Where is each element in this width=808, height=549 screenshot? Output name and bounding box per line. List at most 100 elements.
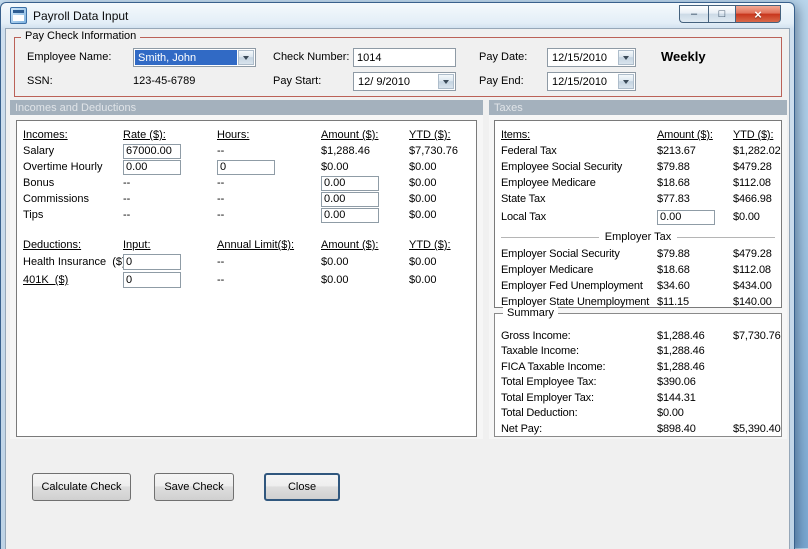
save-check-button[interactable]: Save Check xyxy=(154,473,234,501)
cell-amount: $0.00 xyxy=(321,161,349,173)
tax-row-employer-social-security: Employer Social Security $79.88 $479.28 xyxy=(501,246,781,262)
cell-rate: -- xyxy=(123,177,131,189)
payroll-window: Payroll Data Input – □ × Pay Check Infor… xyxy=(0,2,795,549)
row-label: Employee Medicare xyxy=(501,177,596,189)
cell-ytd: $0.00 xyxy=(409,209,437,221)
cell-amount xyxy=(321,191,409,207)
cell-ytd: $112.08 xyxy=(733,264,771,276)
cell-amount: $390.06 xyxy=(657,376,696,389)
window-title: Payroll Data Input xyxy=(33,8,129,23)
pay-end-dropdown-button[interactable] xyxy=(618,74,634,89)
row-label: Federal Tax xyxy=(501,145,557,157)
cell-amount: $0.00 xyxy=(321,274,349,286)
row-label: Health Insurance ($) xyxy=(23,256,126,268)
pay-date-dropdown-button[interactable] xyxy=(618,50,634,65)
deduction-row-401k: 401K ($) -- $0.00 $0.00 xyxy=(23,271,476,289)
health-insurance-input[interactable] xyxy=(123,254,181,270)
pay-start-dropdown-button[interactable] xyxy=(438,74,454,89)
tax-row-state: State Tax $77.83 $466.98 xyxy=(501,191,781,207)
cell-ytd: $7,730.76 xyxy=(409,145,458,157)
income-row-overtime: Overtime Hourly $0.00 $0.00 xyxy=(23,159,476,175)
tax-row-local: Local Tax $0.00 xyxy=(501,207,781,227)
cell-ytd: $0.00 xyxy=(409,256,437,268)
employer-tax-subheader: Employer Tax xyxy=(604,231,672,243)
cell-hours xyxy=(217,159,321,175)
cell-ytd: $0.00 xyxy=(409,274,437,286)
cell-ytd: $0.00 xyxy=(409,193,437,205)
col-header-amount: Amount ($): xyxy=(657,129,713,141)
incomes-section-header: Incomes and Deductions xyxy=(10,100,483,115)
employer-tax-divider: Employer Tax xyxy=(501,230,775,244)
employee-name-dropdown-button[interactable] xyxy=(238,50,254,65)
cell-amount: $18.68 xyxy=(657,264,690,276)
row-label: Employer Social Security xyxy=(501,248,620,260)
close-button[interactable]: × xyxy=(736,5,781,23)
check-number-input[interactable] xyxy=(353,48,456,67)
cell-amount: $1,288.46 xyxy=(321,145,370,157)
ssn-value: 123-45-6789 xyxy=(133,75,196,87)
cell-amount: $1,288.46 xyxy=(657,345,705,358)
cell-rate xyxy=(123,143,217,159)
col-header-ytd: YTD ($): xyxy=(733,129,774,141)
pay-date-value: 12/15/2010 xyxy=(552,51,608,64)
calculate-check-button[interactable]: Calculate Check xyxy=(32,473,131,501)
row-label: Employer Medicare xyxy=(501,264,594,276)
chevron-down-icon xyxy=(623,55,629,60)
pay-end-label: Pay End: xyxy=(479,75,524,87)
pay-end-value: 12/15/2010 xyxy=(552,75,608,88)
summary-group: Summary Gross Income: $1,288.46 $7,730.7… xyxy=(494,307,782,437)
taxes-table: Items: Amount ($): YTD ($): Federal Tax … xyxy=(494,120,782,308)
pay-frequency-label: Weekly xyxy=(661,49,706,64)
local-tax-input[interactable] xyxy=(657,209,715,225)
tax-row-employer-fed-unemployment: Employer Fed Unemployment $34.60 $434.00 xyxy=(501,278,781,294)
cell-input xyxy=(123,272,217,288)
titlebar[interactable]: Payroll Data Input xyxy=(1,3,794,28)
col-header-hours: Hours: xyxy=(217,129,250,141)
salary-rate-input[interactable] xyxy=(123,143,181,159)
commissions-amount-input[interactable] xyxy=(321,191,379,207)
row-label: Employer Fed Unemployment xyxy=(501,280,643,292)
close-form-button[interactable]: Close xyxy=(264,473,340,501)
row-label: Gross Income: xyxy=(501,329,571,342)
cell-ytd: $5,390.40 xyxy=(733,422,781,435)
row-label: Local Tax xyxy=(501,211,546,223)
paycheck-info-group: Pay Check Information Employee Name: Smi… xyxy=(14,30,782,97)
overtime-rate-input[interactable] xyxy=(123,159,181,175)
row-label: Tips xyxy=(23,209,44,221)
cell-ytd: $466.98 xyxy=(733,193,772,205)
bonus-amount-input[interactable] xyxy=(321,175,379,191)
tax-row-employee-social-security: Employee Social Security $79.88 $479.28 xyxy=(501,159,781,175)
401k-input[interactable] xyxy=(123,272,181,288)
deduction-header-row: Deductions: Input: Annual Limit($): Amou… xyxy=(23,237,476,253)
divider-line xyxy=(501,236,599,238)
divider-line xyxy=(677,236,775,238)
income-row-bonus: Bonus -- -- $0.00 xyxy=(23,175,476,191)
cell-amount xyxy=(657,209,733,225)
pay-start-datepicker[interactable]: 12/ 9/2010 xyxy=(353,72,456,91)
check-number-label: Check Number: xyxy=(273,51,350,63)
col-header-input: Input: xyxy=(123,239,151,251)
ssn-label: SSN: xyxy=(27,75,53,87)
employee-name-value: Smith, John xyxy=(135,50,237,65)
close-icon: × xyxy=(754,6,762,22)
pay-date-datepicker[interactable]: 12/15/2010 xyxy=(547,48,636,67)
cell-hours: -- xyxy=(217,193,225,205)
employee-name-label: Employee Name: xyxy=(27,51,112,63)
row-label: Salary xyxy=(23,145,55,157)
paycheck-group-title: Pay Check Information xyxy=(21,30,141,42)
summary-row-fica-taxable-income: FICA Taxable Income: $1,288.46 xyxy=(501,359,781,375)
cell-amount: $77.83 xyxy=(657,193,690,205)
cell-rate: -- xyxy=(123,193,131,205)
overtime-hours-input[interactable] xyxy=(217,159,275,175)
maximize-icon: □ xyxy=(718,7,726,20)
minimize-button[interactable]: – xyxy=(679,5,708,23)
pay-end-datepicker[interactable]: 12/15/2010 xyxy=(547,72,636,91)
summary-title: Summary xyxy=(503,307,559,319)
cell-ytd: $140.00 xyxy=(733,296,772,308)
employee-name-select[interactable]: Smith, John xyxy=(133,48,256,67)
cell-amount: $1,288.46 xyxy=(657,360,705,373)
tips-amount-input[interactable] xyxy=(321,207,379,223)
col-header-amount: Amount ($): xyxy=(321,239,379,251)
row-label: Commissions xyxy=(23,193,90,205)
maximize-button[interactable]: □ xyxy=(708,5,736,23)
